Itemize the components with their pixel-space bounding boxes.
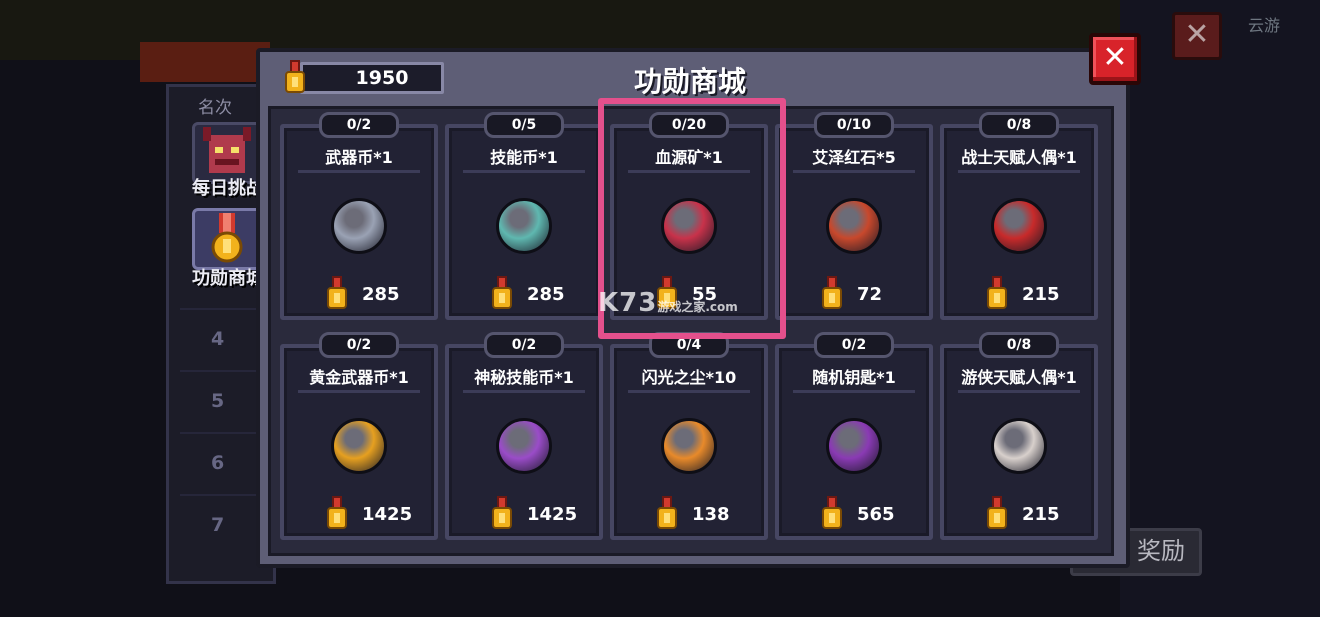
rank-number: 6 [211, 452, 225, 474]
medal-currency-icon [284, 60, 306, 94]
purchase-limit-badge: 0/8 [979, 332, 1059, 358]
card-divider [298, 390, 420, 393]
merit-shop-tab-button[interactable] [192, 208, 262, 270]
close-icon: ✕ [1102, 40, 1128, 75]
skill-coin-icon [496, 198, 552, 254]
medal-icon [211, 213, 243, 263]
item-name: 游侠天赋人偶*1 [961, 368, 1077, 387]
card-divider [463, 170, 585, 173]
medal-price-icon [656, 496, 678, 530]
item-price: 215 [1022, 284, 1060, 305]
item-price: 1425 [362, 504, 413, 525]
item-name: 黄金武器币*1 [309, 368, 409, 387]
card-divider [463, 390, 585, 393]
watermark-main: K73 [598, 288, 658, 318]
medal-price-icon [986, 276, 1008, 310]
background-corner-text: 云游 [1248, 16, 1281, 35]
item-name: 随机钥匙*1 [812, 368, 896, 387]
demon-helmet-icon [203, 127, 251, 173]
item-price: 138 [692, 504, 730, 525]
sparkle-dust-icon [661, 418, 717, 474]
rank-number: 7 [211, 514, 225, 536]
item-price: 215 [1022, 504, 1060, 525]
watermark-sub: 游戏之家 [657, 300, 706, 314]
watermark-domain: .com [705, 300, 738, 314]
ranger-doll-icon [991, 418, 1047, 474]
currency-value: 1950 [355, 67, 409, 89]
background-close-icon: ✕ [1172, 12, 1222, 60]
item-name: 战士天赋人偶*1 [961, 148, 1077, 167]
item-name: 技能币*1 [490, 148, 558, 167]
red-stone-icon [826, 198, 882, 254]
purchase-limit-badge: 0/2 [814, 332, 894, 358]
medal-price-icon [986, 496, 1008, 530]
card-divider [958, 170, 1080, 173]
medal-price-icon [491, 496, 513, 530]
golden-weapon-coin-icon [331, 418, 387, 474]
item-price: 285 [527, 284, 565, 305]
mystic-skill-coin-icon [496, 418, 552, 474]
purchase-limit-badge: 0/5 [484, 112, 564, 138]
background-right-area [1120, 0, 1320, 617]
purchase-limit-badge: 0/8 [979, 112, 1059, 138]
background-banner [140, 42, 270, 82]
card-divider [793, 170, 915, 173]
page-title: 功勋商城 [633, 65, 746, 98]
warrior-doll-icon [991, 198, 1047, 254]
medal-price-icon [821, 496, 843, 530]
purchase-limit-badge: 0/2 [319, 332, 399, 358]
item-name: 神秘技能币*1 [474, 368, 574, 387]
item-name: 艾泽红石*5 [812, 148, 896, 167]
random-key-icon [826, 418, 882, 474]
weapon-coin-icon [331, 198, 387, 254]
item-price: 565 [857, 504, 895, 525]
medal-price-icon [326, 496, 348, 530]
purchase-limit-badge: 0/2 [484, 332, 564, 358]
rank-number: 5 [211, 390, 225, 412]
card-divider [628, 390, 750, 393]
medal-price-icon [821, 276, 843, 310]
purchase-limit-badge: 0/2 [319, 112, 399, 138]
medal-price-icon [491, 276, 513, 310]
rank-number: 4 [211, 328, 225, 350]
watermark: K73游戏之家.com [598, 288, 738, 318]
card-divider [793, 390, 915, 393]
card-divider [958, 390, 1080, 393]
item-price: 72 [857, 284, 883, 305]
medal-price-icon [326, 276, 348, 310]
rank-column-header: 名次 [198, 98, 232, 118]
item-name: 闪光之尘*10 [641, 368, 737, 387]
item-name: 武器币*1 [325, 148, 393, 167]
item-price: 285 [362, 284, 400, 305]
purchase-limit-badge: 0/10 [814, 112, 894, 138]
card-divider [298, 170, 420, 173]
item-price: 1425 [527, 504, 578, 525]
close-button[interactable]: ✕ [1089, 33, 1141, 85]
